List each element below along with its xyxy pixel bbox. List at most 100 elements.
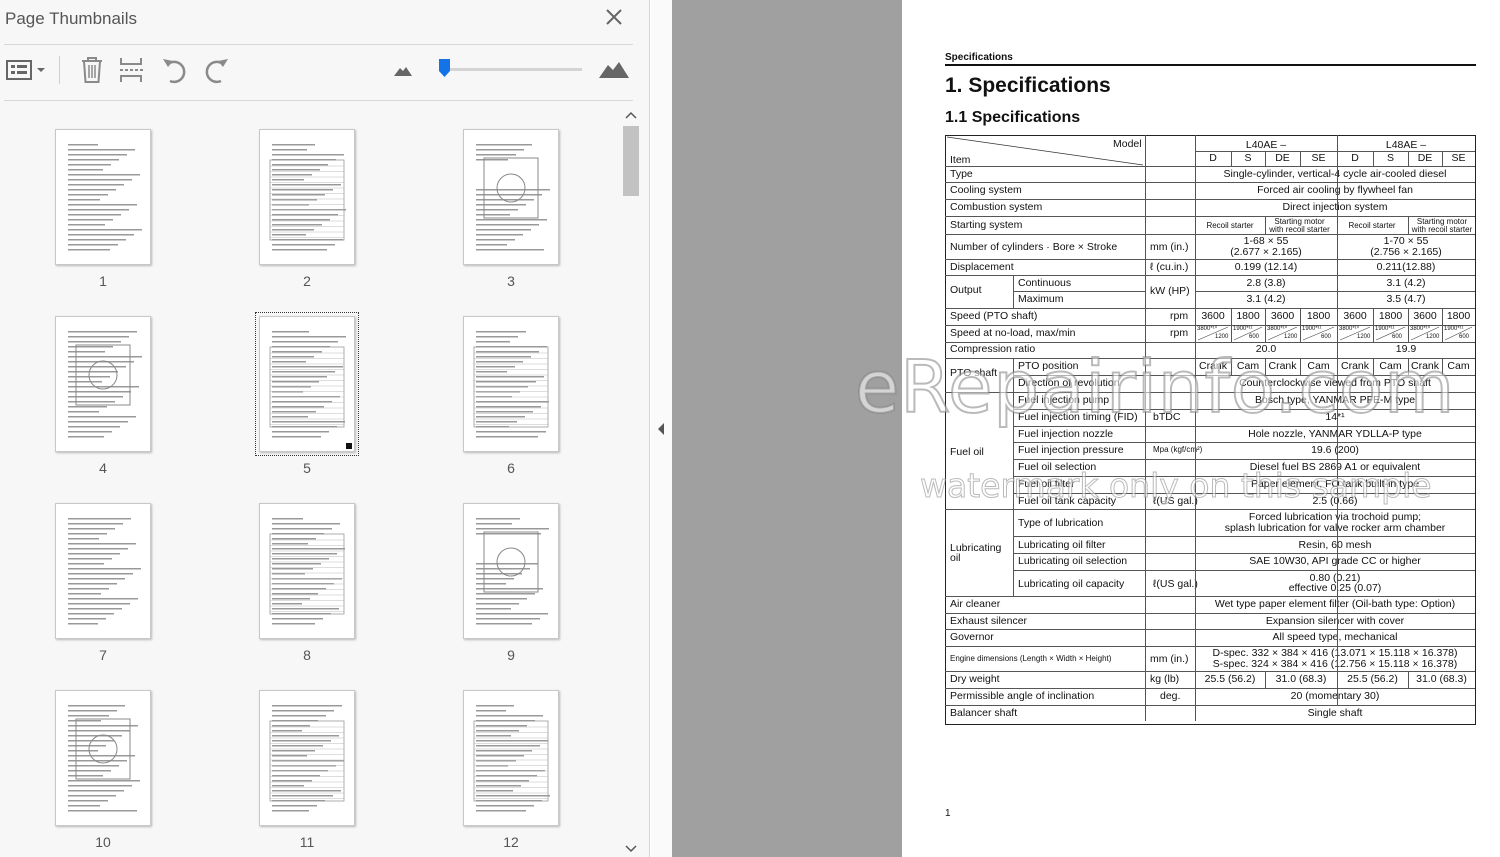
row-displacement: Displacement: [950, 261, 1014, 273]
page-thumbnail[interactable]: [259, 690, 355, 826]
rotate-counterclockwise-icon[interactable]: [160, 55, 190, 85]
close-icon[interactable]: [603, 6, 625, 28]
table-rule: [1013, 553, 1475, 554]
heading-2: 1.1 Specifications: [945, 109, 1081, 126]
row-starting: Starting system: [950, 219, 1023, 231]
output-unit: kW (HP): [1150, 285, 1190, 297]
lube-selection: Lubricating oil selection: [1018, 555, 1128, 567]
header-diagonal: [946, 136, 1144, 166]
thumbnail-page-number: 6: [507, 460, 515, 476]
pdf-viewer: Page Thumbnails 1 2 3 4 5 6 7 8 9 10 11 …: [0, 0, 1500, 857]
fuel-item: Fuel injection nozzle: [1018, 428, 1114, 440]
header-model-l48: L48AE –: [1385, 139, 1427, 151]
table-rule: [945, 671, 1475, 672]
header-model-l40: L40AE –: [1245, 139, 1287, 151]
page-thumbnail[interactable]: [259, 503, 355, 639]
dimensions-s: S-spec. 324 × 384 × 416 (12.756 × 15.118…: [1212, 658, 1458, 670]
zoom-slider-handle[interactable]: [439, 59, 450, 77]
thumbnail-scrollbar[interactable]: [620, 104, 642, 857]
weight-unit: kg (lb): [1150, 673, 1180, 685]
start-l48-motor-2: with recoil starter: [1411, 225, 1473, 234]
thumbnail-page-number: 8: [303, 647, 311, 663]
page-thumbnail[interactable]: [463, 503, 559, 639]
thumbnail-page-number: 1: [99, 273, 107, 289]
toolbar-separator: [59, 56, 60, 84]
row-exhaust: Exhaust silencer: [950, 615, 1028, 627]
thumbnail-preview: [476, 144, 550, 251]
row-incline: Permissible angle of inclination: [950, 690, 1095, 702]
table-rule: [945, 613, 1475, 614]
page-thumbnail[interactable]: [55, 316, 151, 452]
thumbnail-preview: [68, 705, 140, 812]
out-c48: 3.1 (4.2): [1386, 277, 1426, 289]
group-lubricating-2: oil: [950, 552, 961, 564]
lube-filter: Lubricating oil filter: [1018, 539, 1106, 551]
thumbnail-preview: [68, 144, 142, 251]
zoom-in-mountain-icon[interactable]: [598, 55, 630, 85]
thumbnail-list: 1 2 3 4 5 6 7 8 9 10 11 12: [0, 101, 620, 857]
table-rule: [1013, 291, 1145, 292]
row-dimensions: Engine dimensions (Length × Width × Heig…: [950, 654, 1112, 663]
table-rule: [1013, 509, 1014, 596]
table-rule: [1300, 308, 1301, 325]
rotate-clockwise-icon[interactable]: [201, 55, 231, 85]
header-variant: DE: [1417, 152, 1433, 164]
page-thumbnail[interactable]: [463, 129, 559, 265]
out-c40: 2.8 (3.8): [1246, 277, 1286, 289]
row-cylinders: Number of cylinders · Bore × Stroke: [950, 241, 1118, 253]
thumbnail-options-icon[interactable]: [5, 55, 47, 85]
insert-pages-icon[interactable]: [118, 55, 146, 85]
table-rule: [1408, 671, 1409, 688]
table-rule: [945, 308, 1475, 309]
row-cylinders-unit: mm (in.): [1150, 241, 1189, 253]
page-thumbnail[interactable]: [55, 503, 151, 639]
header-variant: D: [1209, 152, 1217, 164]
thumbnail-preview: [473, 331, 549, 438]
page-thumbnail[interactable]: [255, 312, 359, 456]
table-rule: [1373, 151, 1374, 166]
output-continuous: Continuous: [1018, 277, 1072, 289]
page-thumbnail[interactable]: [55, 129, 151, 265]
dimensions-unit: mm (in.): [1150, 653, 1189, 665]
page-thumbnail[interactable]: [259, 129, 355, 265]
fuel-value: Hole nozzle, YANMAR YDLLA-P type: [1248, 428, 1422, 440]
thumbnail-preview: [68, 331, 142, 438]
lube-capacity: Lubricating oil capacity: [1018, 578, 1125, 590]
speed-value: 3600: [1413, 310, 1437, 322]
weight-value: 25.5 (56.2): [1347, 673, 1398, 685]
row-disp-unit: ℓ (cu.in.): [1150, 261, 1189, 273]
disp-l40: 0.199 (12.14): [1234, 261, 1298, 273]
scroll-down-icon[interactable]: [624, 844, 638, 854]
collapse-panel-icon[interactable]: [656, 422, 666, 436]
panel-collapse-gutter[interactable]: [651, 0, 672, 857]
lube-selection-value: SAE 10W30, API grade CC or higher: [1249, 555, 1421, 567]
table-rule: [1442, 151, 1443, 166]
row-speed: Speed (PTO shaft): [950, 310, 1038, 322]
scrollbar-thumb[interactable]: [623, 126, 639, 196]
thumbnail-page-number: 5: [303, 460, 311, 476]
page-thumbnail[interactable]: [55, 690, 151, 826]
thumbnail-page-number: 12: [503, 834, 519, 850]
lube-type: Type of lubrication: [1018, 517, 1104, 529]
output-maximum: Maximum: [1018, 293, 1064, 305]
thumbnail-preview: [269, 331, 352, 449]
noload-unit: rpm: [1170, 327, 1189, 339]
speed-value: 3600: [1270, 310, 1295, 322]
governor-value: All speed type, mechanical: [1272, 631, 1398, 643]
table-rule: [1013, 536, 1475, 537]
balancer-value: Single shaft: [1307, 707, 1363, 719]
table-rule: [1195, 151, 1475, 152]
table-rule: [1231, 151, 1232, 166]
zoom-slider[interactable]: [440, 68, 582, 71]
thumbnail-preview: [269, 705, 345, 812]
page-thumbnail[interactable]: [463, 316, 559, 452]
header-variant: S: [1244, 152, 1252, 164]
table-rule: [945, 259, 1475, 260]
running-header: Specifications: [945, 52, 1013, 63]
zoom-out-mountain-icon[interactable]: [393, 55, 413, 85]
incline-value: 20 (momentary 30): [1290, 690, 1380, 702]
scroll-up-icon[interactable]: [624, 110, 638, 120]
row-cooling-value: Forced air cooling by flywheel fan: [1257, 184, 1413, 196]
delete-pages-icon[interactable]: [78, 55, 106, 85]
page-thumbnail[interactable]: [463, 690, 559, 826]
